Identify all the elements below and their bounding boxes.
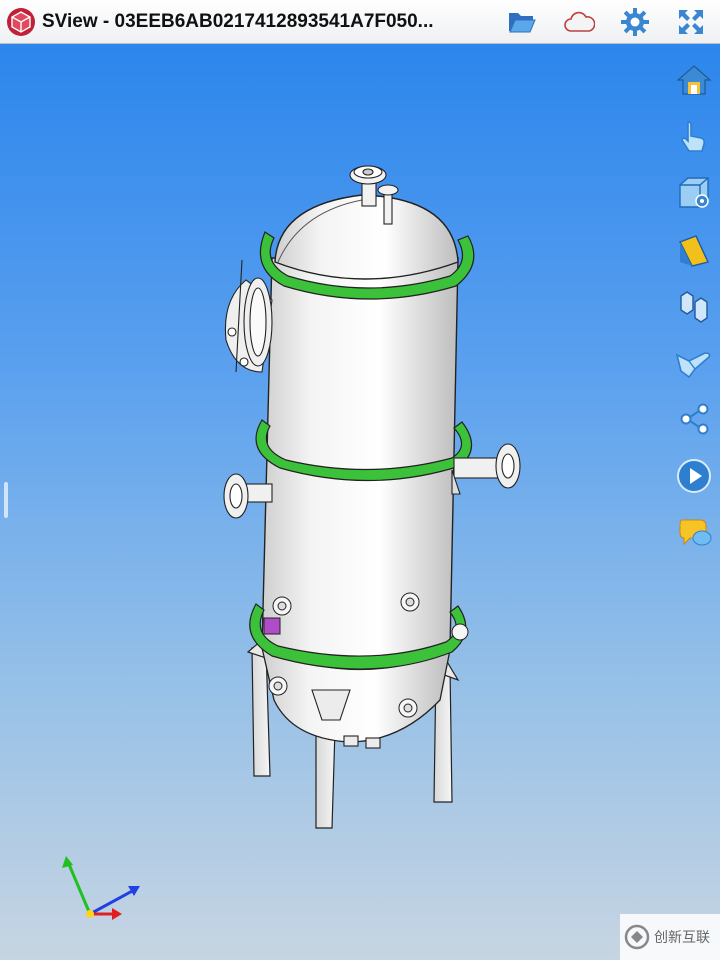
side-toolbar: [674, 60, 714, 569]
gesture-button[interactable]: [674, 117, 714, 157]
cube-settings-icon: [679, 177, 709, 208]
side-panel-handle[interactable]: [4, 482, 8, 518]
cloud-icon: [564, 11, 595, 32]
gear-icon: [621, 8, 649, 36]
app-logo-icon: [7, 7, 35, 36]
annotation-button[interactable]: [674, 512, 714, 552]
3d-viewport[interactable]: [0, 44, 720, 960]
measure-button[interactable]: [674, 343, 714, 383]
cloud-button[interactable]: [562, 5, 596, 39]
play-animation-button[interactable]: [674, 456, 714, 496]
fullscreen-icon: [679, 10, 703, 34]
watermark: 创新互联: [620, 914, 720, 960]
watermark-text: 创新互联: [654, 929, 710, 945]
watermark-logo-icon: [624, 924, 650, 950]
settings-button[interactable]: [618, 5, 652, 39]
open-folder-button[interactable]: [505, 5, 539, 39]
section-plane-icon: [679, 234, 709, 267]
explode-icon: [680, 291, 708, 323]
explode-button[interactable]: [674, 286, 714, 326]
share-button[interactable]: [674, 399, 714, 439]
pressure-vessel-model[interactable]: [0, 44, 720, 960]
side-manhole: [224, 259, 273, 373]
title-bar: SView - 03EEB6AB0217412893541A7F050...: [0, 0, 720, 44]
view-cube-button[interactable]: [674, 173, 714, 213]
comment-bubble-icon: [679, 519, 712, 546]
folder-open-icon: [509, 13, 536, 33]
play-icon: [677, 458, 711, 493]
fullscreen-button[interactable]: [674, 5, 708, 39]
home-icon: [676, 65, 712, 95]
window-title: SView - 03EEB6AB0217412893541A7F050...: [42, 10, 434, 32]
section-button[interactable]: [674, 230, 714, 270]
axis-triad: [62, 856, 140, 920]
hand-pointer-icon: [681, 120, 705, 152]
home-view-button[interactable]: [674, 60, 714, 100]
hand-measure-icon: [675, 351, 711, 378]
share-icon: [680, 403, 709, 435]
